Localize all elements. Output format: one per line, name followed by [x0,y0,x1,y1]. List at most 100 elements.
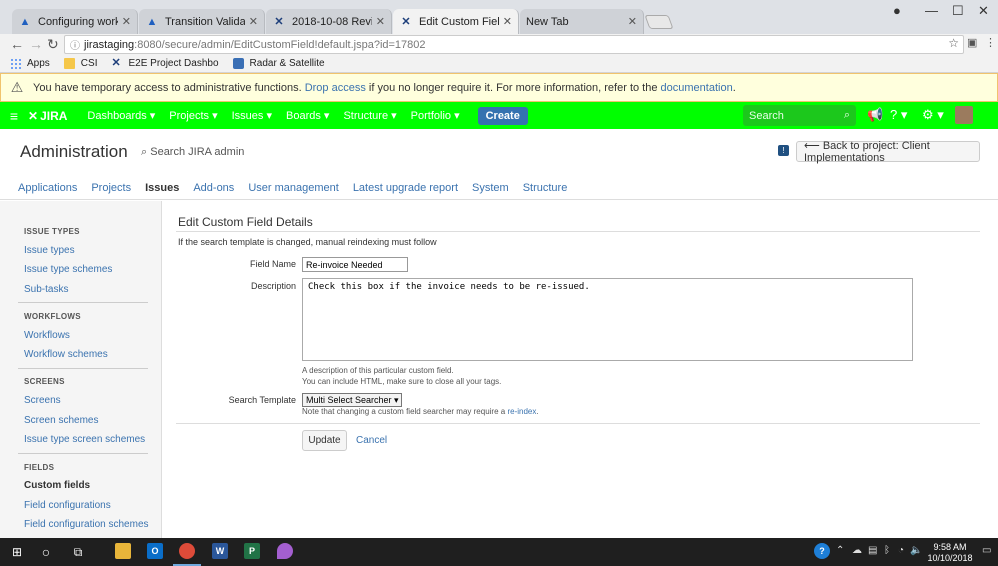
sidebar-item-field-configurations[interactable]: Field configurations [24,500,111,511]
re-index-link[interactable]: re-index [507,407,536,416]
sidebar-section-workflows: WORKFLOWS [24,312,81,321]
word-icon[interactable]: W [212,543,228,559]
avatar[interactable] [955,106,973,124]
extension-icon[interactable]: ▣ [967,36,977,49]
field-name-input[interactable] [302,257,408,272]
description-label: Description [250,281,296,291]
cortana-search-icon[interactable]: ○ [35,542,57,562]
bluetooth-icon[interactable]: ᛒ [884,545,890,556]
close-icon[interactable]: ✕ [628,15,637,28]
window-close-icon[interactable]: ✕ [978,3,989,19]
sidebar-item-sub-tasks[interactable]: Sub-tasks [24,284,68,295]
browser-tab-2[interactable]: ▲ Transition Validator Expla ✕ [139,9,265,34]
help-icon[interactable]: ? ▾ [890,107,907,123]
search-template-select[interactable]: Multi Select Searcher ▾ [302,393,402,407]
x-logo-icon: ✕ [111,57,121,69]
app-switcher-icon[interactable]: ≡ [0,108,28,124]
description-textarea[interactable]: Check this box if the invoice needs to b… [302,278,913,361]
nav-portfolio[interactable]: Portfolio ▾ [411,109,460,122]
documentation-link[interactable]: documentation [661,82,733,94]
drop-access-link[interactable]: Drop access [305,82,366,94]
windows-start-icon[interactable]: ⊞ [6,542,28,562]
tab-issues[interactable]: Issues [145,182,179,194]
back-to-project-button[interactable]: ⟵ Back to project: Client Implementation… [796,140,980,164]
task-view-icon[interactable]: ⧉ [67,542,89,562]
nav-dashboards[interactable]: Dashboards ▾ [87,109,155,122]
tab-latest-upgrade-report[interactable]: Latest upgrade report [353,182,458,194]
profile-icon[interactable]: ● [893,3,901,18]
form-title: Edit Custom Field Details [178,215,313,229]
nav-structure[interactable]: Structure ▾ [343,109,396,122]
sidebar-item-field-configuration-schemes[interactable]: Field configuration schemes [24,519,149,530]
nav-projects[interactable]: Projects ▾ [169,109,217,122]
minimize-icon[interactable]: — [925,3,938,18]
megaphone-icon[interactable]: 📢 [867,107,883,123]
sidebar-item-custom-fields[interactable]: Custom fields [24,480,90,491]
sidebar-item-workflows[interactable]: Workflows [24,330,70,341]
maximize-icon[interactable]: ☐ [952,3,964,19]
bookmark-e2e[interactable]: ✕ E2E Project Dashbo [111,57,218,70]
browser-tab-4[interactable]: ✕ Edit Custom Field - Deta ✕ [393,9,519,34]
url-field[interactable]: ⓘ jirastaging:8080/secure/admin/EditCust… [64,35,964,54]
browser-tab-3[interactable]: ✕ 2018-10-08 Review Prop ✕ [266,9,392,34]
reload-icon[interactable]: ↻ [47,36,59,53]
outlook-icon[interactable]: O [147,543,163,559]
tab-add-ons[interactable]: Add-ons [193,182,234,194]
cancel-link[interactable]: Cancel [356,435,387,446]
tab-user-management[interactable]: User management [248,182,339,194]
info-icon[interactable]: ⓘ [70,37,80,52]
tab-applications[interactable]: Applications [18,182,77,194]
header-search-input[interactable]: Search ⌕ [743,105,856,126]
notifications-icon[interactable]: ▭ [982,545,991,556]
browser-tab-1[interactable]: ▲ Configuring workflow sc ✕ [12,9,138,34]
back-arrow-icon[interactable]: ← [10,36,24,52]
sidebar-section-screens: SCREENS [24,377,65,386]
bookmark-apps[interactable]: Apps [10,58,50,69]
sidebar-item-issue-type-screen-schemes[interactable]: Issue type screen schemes [24,434,145,445]
browser-tab-5[interactable]: New Tab ✕ [520,9,644,34]
close-icon[interactable]: ✕ [249,15,258,28]
description-help-2: You can include HTML, make sure to close… [302,377,502,386]
sidebar-item-workflow-schemes[interactable]: Workflow schemes [24,349,108,360]
admin-sidebar: ISSUE TYPES Issue types Issue type schem… [0,201,162,538]
update-button[interactable]: Update [302,430,347,451]
star-icon[interactable]: ☆ [948,36,959,50]
help-icon[interactable]: ? [814,543,830,559]
chevron-up-icon[interactable]: ⌃ [836,545,844,556]
search-template-label: Search Template [228,395,296,405]
tab-structure[interactable]: Structure [523,182,568,194]
new-tab-button[interactable] [644,15,674,29]
forward-arrow-icon[interactable]: → [29,36,43,52]
folder-icon [63,58,75,69]
sidebar-item-screen-schemes[interactable]: Screen schemes [24,415,98,426]
system-clock[interactable]: 9:58 AM 10/10/2018 [920,542,980,564]
file-explorer-icon[interactable] [115,543,131,559]
menu-icon[interactable]: ⋮ [985,36,996,49]
admin-search-input[interactable]: ⌕ Search JIRA admin [141,146,244,159]
nav-boards[interactable]: Boards ▾ [286,109,329,122]
sidebar-item-issue-types[interactable]: Issue types [24,245,75,256]
gear-icon[interactable]: ⚙ ▾ [922,107,944,123]
nav-issues[interactable]: Issues ▾ [232,109,272,122]
jira-logo[interactable]: ✕ JIRA [28,109,67,123]
balloon-app-icon[interactable] [277,543,293,559]
wifi-icon[interactable]: ◔ [898,545,904,556]
project-icon[interactable]: P [244,543,260,559]
bookmark-radar[interactable]: Radar & Satellite [232,58,325,69]
search-icon: ⌕ [843,109,850,121]
sidebar-item-issue-type-schemes[interactable]: Issue type schemes [24,264,112,275]
tab-projects[interactable]: Projects [91,182,131,194]
network-icon[interactable]: ▤ [868,545,877,556]
close-icon[interactable]: ✕ [122,15,131,28]
feedback-icon[interactable]: ! [778,145,789,156]
search-help-text: Note that changing a custom field search… [302,407,506,416]
bookmark-csi[interactable]: CSI [63,58,97,69]
create-button[interactable]: Create [477,106,528,125]
admin-access-banner: ⚠ You have temporary access to administr… [0,73,998,102]
chrome-icon[interactable] [179,543,195,559]
sidebar-item-screens[interactable]: Screens [24,395,61,406]
onedrive-icon[interactable]: ☁ [852,545,862,556]
tab-system[interactable]: System [472,182,509,194]
close-icon[interactable]: ✕ [376,15,385,28]
close-icon[interactable]: ✕ [503,15,512,28]
